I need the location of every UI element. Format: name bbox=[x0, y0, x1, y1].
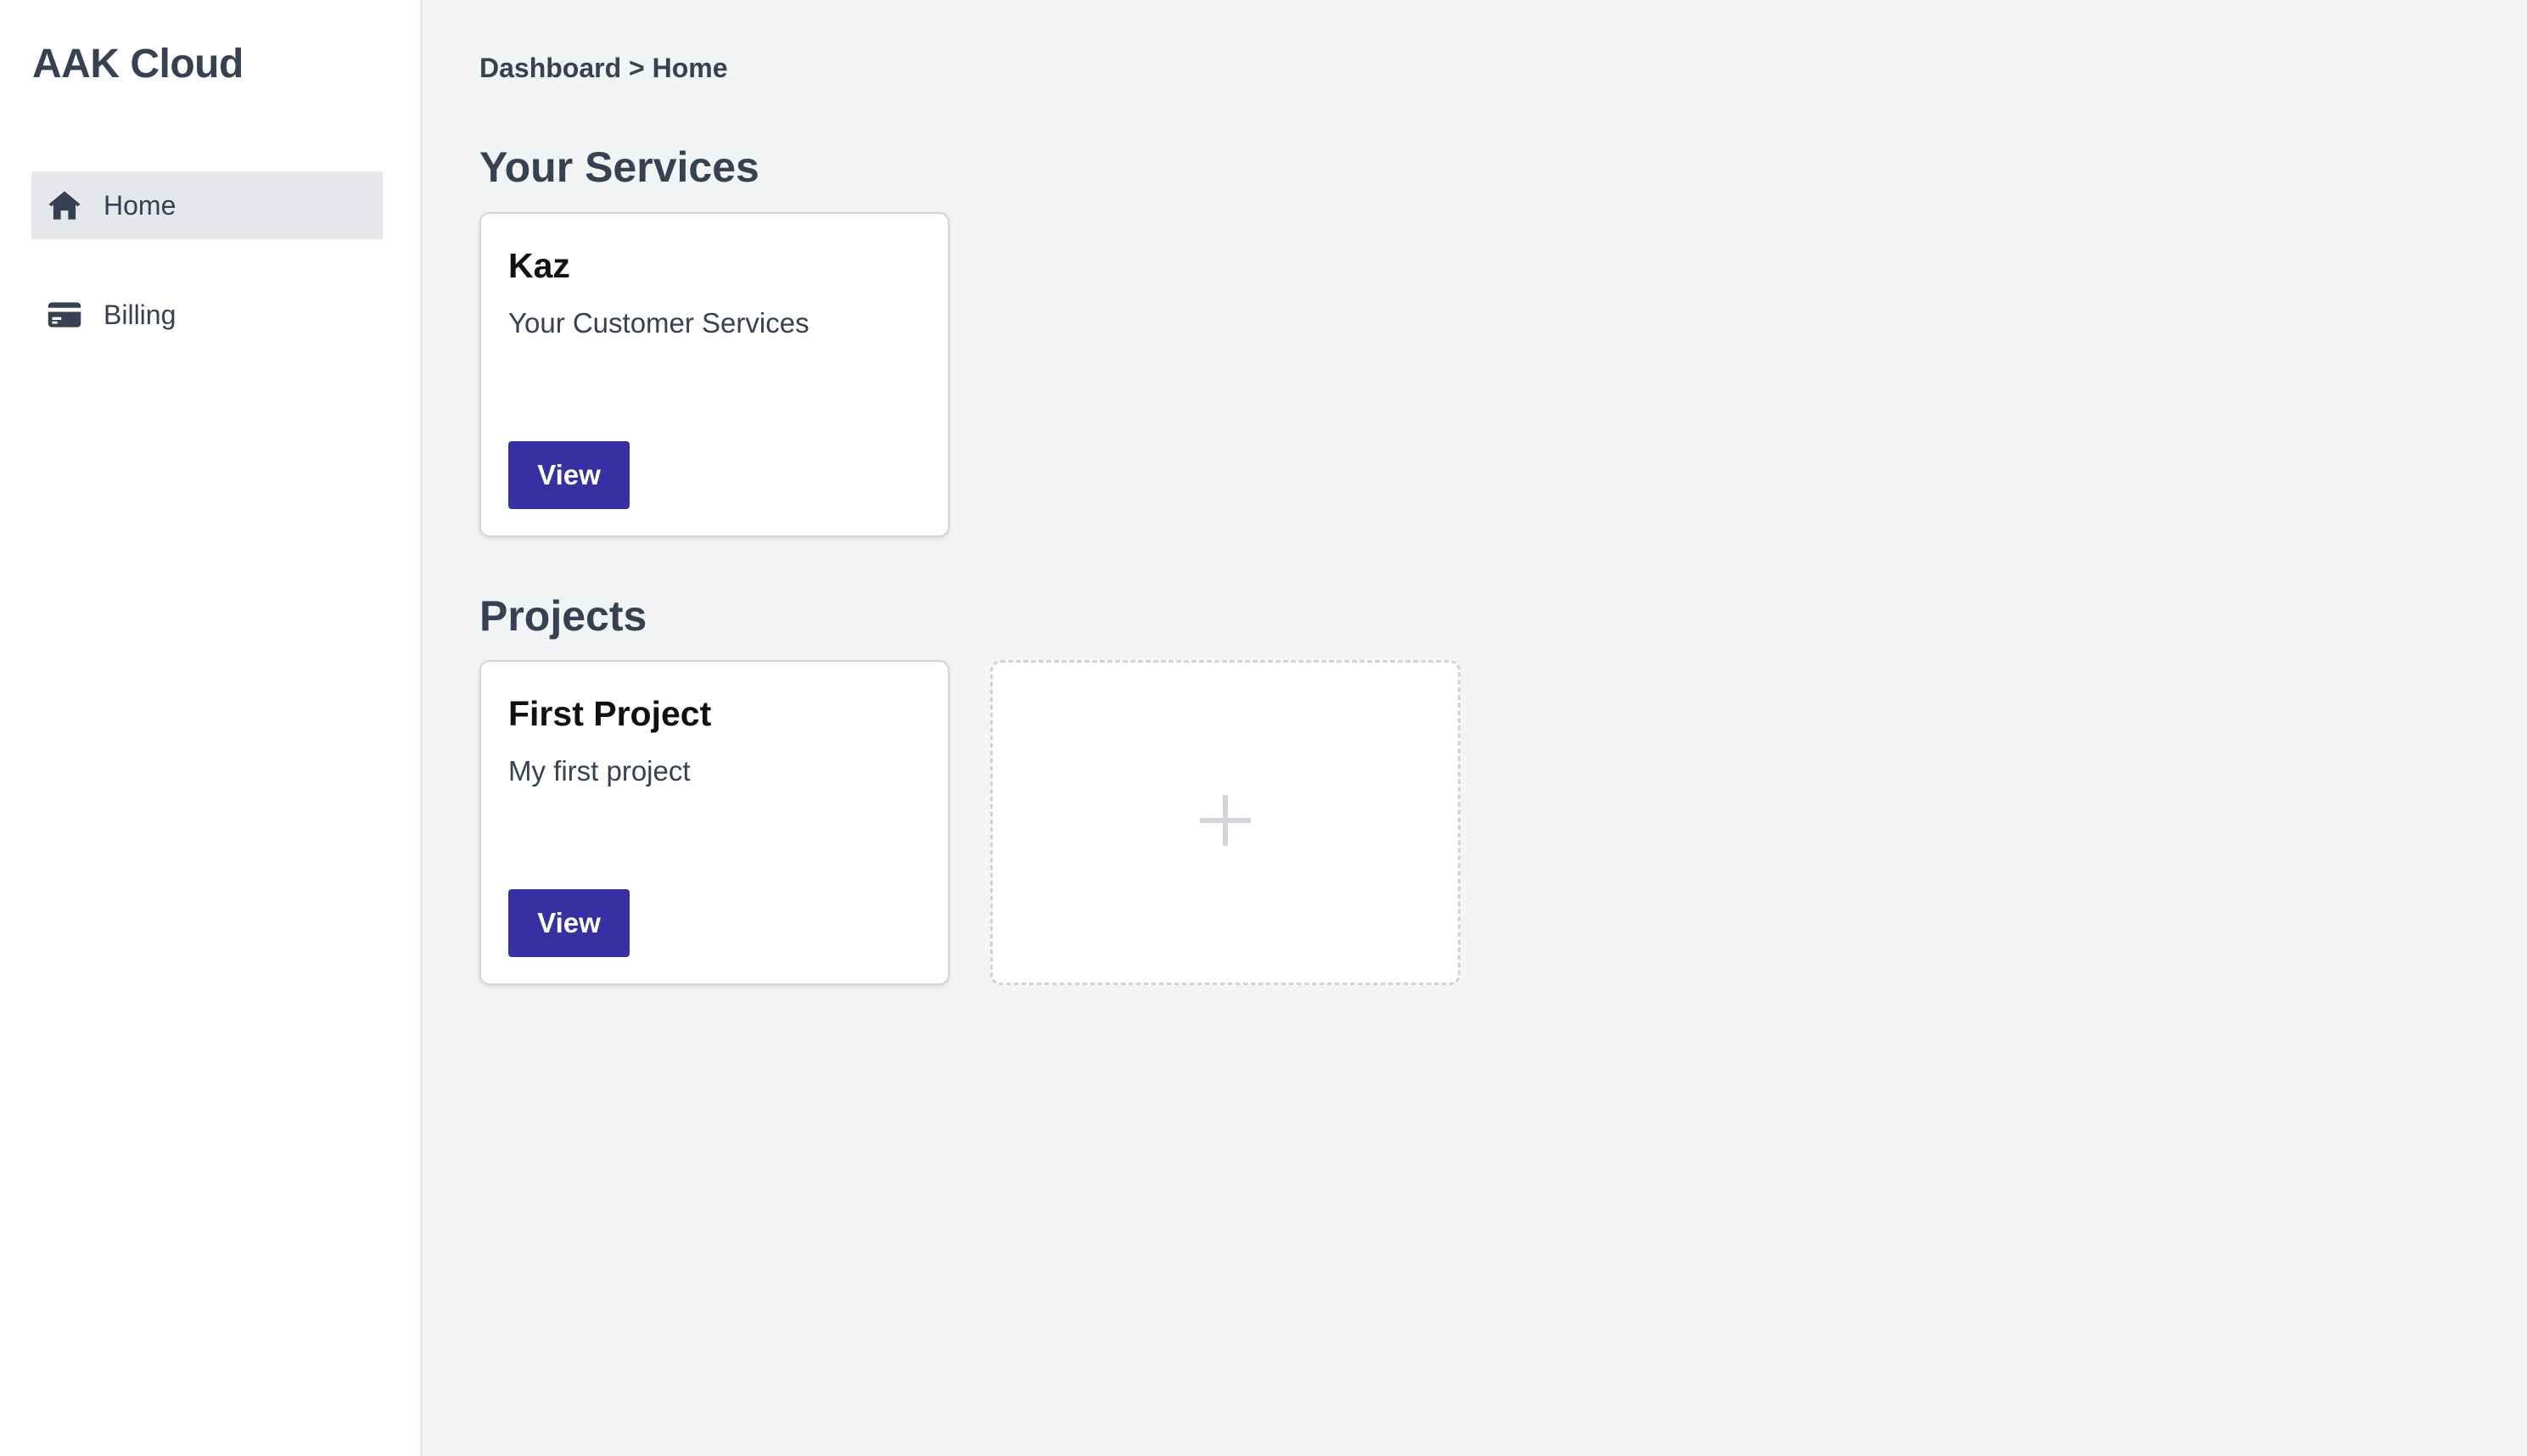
view-button[interactable]: View bbox=[508, 889, 630, 957]
sidebar: AAK Cloud Home Billing bbox=[0, 0, 423, 1456]
breadcrumb: Dashboard > Home bbox=[479, 53, 728, 83]
credit-card-icon bbox=[46, 296, 83, 333]
plus-icon bbox=[1198, 793, 1252, 852]
card-description: My first project bbox=[508, 755, 691, 787]
app: AAK Cloud Home Billing Dashboard > Home … bbox=[0, 0, 2527, 1456]
sidebar-item-label: Home bbox=[104, 189, 176, 221]
service-card-kaz: Kaz Your Customer Services View bbox=[479, 212, 950, 537]
projects-section-title: Projects bbox=[479, 592, 647, 640]
sidebar-item-home[interactable]: Home bbox=[31, 171, 383, 239]
card-title: First Project bbox=[508, 694, 712, 733]
brand-title: AAK Cloud bbox=[32, 42, 244, 87]
add-project-card[interactable] bbox=[990, 660, 1460, 985]
project-card-first-project: First Project My first project View bbox=[479, 660, 950, 985]
view-button[interactable]: View bbox=[508, 441, 630, 509]
services-section-title: Your Services bbox=[479, 143, 759, 191]
sidebar-item-label: Billing bbox=[104, 299, 176, 330]
home-icon bbox=[46, 187, 83, 224]
card-title: Kaz bbox=[508, 246, 570, 285]
card-description: Your Customer Services bbox=[508, 307, 810, 339]
main-content: Dashboard > Home Your Services Kaz Your … bbox=[423, 0, 2527, 1456]
sidebar-item-billing[interactable]: Billing bbox=[31, 281, 383, 349]
